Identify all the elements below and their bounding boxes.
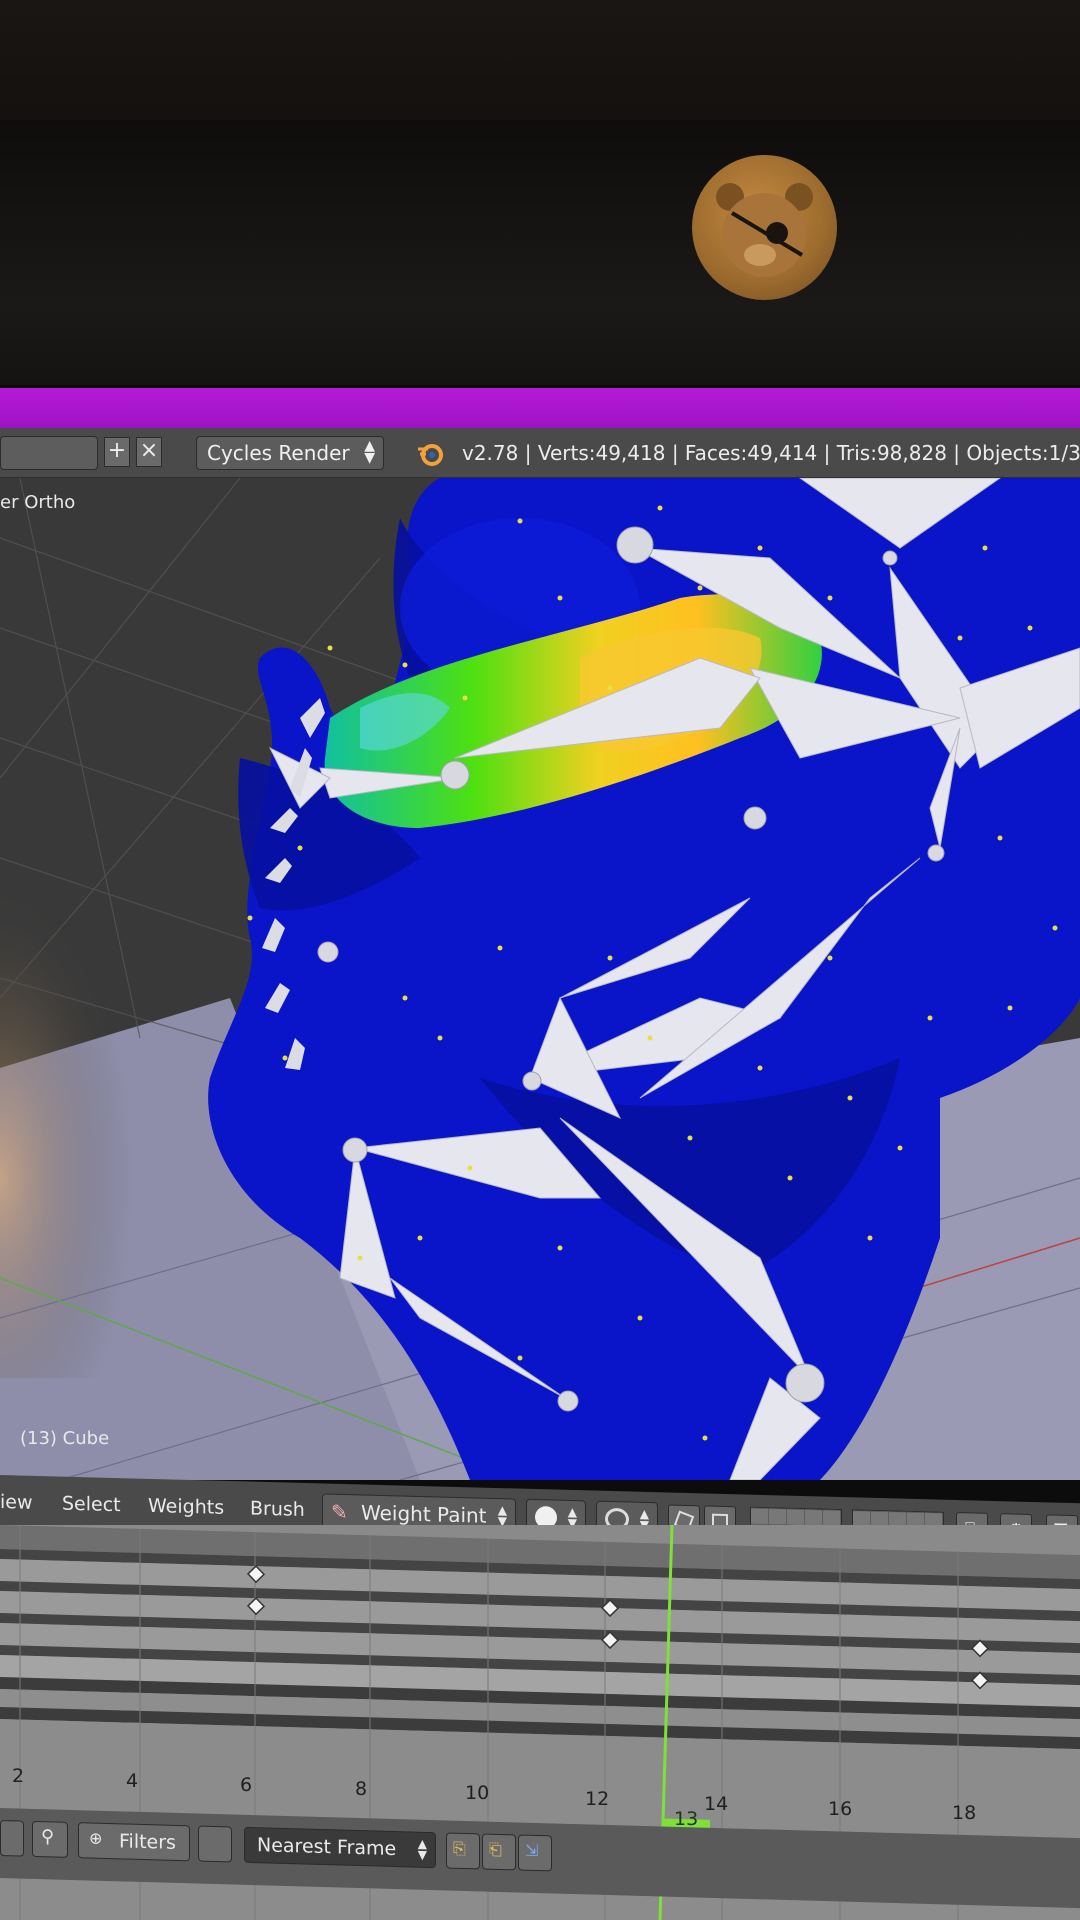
frame-tick: 6 (240, 1774, 253, 1796)
sync-button[interactable] (0, 1820, 24, 1857)
3d-viewport[interactable]: er Ortho (13) Cube (0, 478, 1080, 1480)
add-scene-button[interactable]: + (104, 437, 130, 467)
frame-tick: 10 (465, 1782, 490, 1804)
view-label: er Ortho (0, 492, 76, 513)
menu-weights[interactable]: Weights (148, 1495, 224, 1519)
search-button[interactable]: ⚲ (32, 1820, 68, 1858)
only-selected-button[interactable] (198, 1825, 232, 1863)
flip-icon: ⇲ (525, 1840, 539, 1861)
chevron-updown-icon: ▲▼ (417, 1836, 427, 1862)
plus-icon: + (107, 438, 127, 463)
paste-flipped-button[interactable]: ⇲ (518, 1834, 552, 1872)
render-engine-label: Cycles Render (207, 441, 350, 465)
paste-icon: ⎗ (489, 1839, 502, 1860)
menu-view[interactable]: iew (0, 1491, 33, 1514)
chevron-updown-icon: ▲▼ (364, 438, 375, 466)
search-icon: ⚲ (41, 1826, 55, 1848)
blender-logo-icon (418, 444, 443, 466)
info-header: + × Cycles Render ▲ ▼ v2.78 | Verts:49,41… (0, 428, 1080, 478)
menu-brush[interactable]: Brush (250, 1498, 305, 1521)
window-title-bar (0, 388, 1080, 428)
filters-button[interactable]: ⊕ Filters (78, 1822, 190, 1862)
copy-icon: ⎘ (453, 1838, 466, 1859)
active-object-label: (13) Cube (20, 1428, 110, 1449)
filter-icon: ⊕ (89, 1828, 103, 1848)
frame-tick: 8 (355, 1778, 368, 1800)
monitor-bezel-band (0, 120, 1080, 385)
paste-keys-button[interactable]: ⎗ (482, 1833, 516, 1871)
x-icon: × (139, 438, 159, 463)
weight-paint-icon: ✎ (331, 1499, 348, 1525)
remove-scene-button[interactable]: × (136, 437, 162, 467)
frame-tick: 2 (12, 1765, 25, 1787)
viewport-canvas (0, 478, 1080, 1480)
scene-stats: v2.78 | Verts:49,418 | Faces:49,414 | Tr… (462, 441, 1080, 465)
frame-tick: 18 (952, 1802, 977, 1824)
frame-tick: 14 (704, 1793, 729, 1815)
frame-tick: 12 (585, 1788, 610, 1810)
mode-label: Weight Paint (361, 1500, 487, 1528)
filters-label: Filters (119, 1830, 176, 1854)
copy-keys-button[interactable]: ⎘ (446, 1832, 480, 1870)
chevron-updown-icon: ▲▼ (497, 1503, 507, 1529)
menu-select[interactable]: Select (62, 1493, 121, 1517)
snap-mode-select[interactable]: Nearest Frame ▲ ▼ (244, 1826, 436, 1869)
snap-mode-label: Nearest Frame (257, 1834, 397, 1861)
frame-tick: 4 (126, 1770, 139, 1792)
scene-name-field[interactable] (0, 436, 98, 470)
frame-tick: 16 (828, 1798, 853, 1820)
render-engine-select[interactable]: Cycles Render ▲ ▼ (196, 436, 384, 470)
bear-logo-icon (692, 155, 837, 300)
